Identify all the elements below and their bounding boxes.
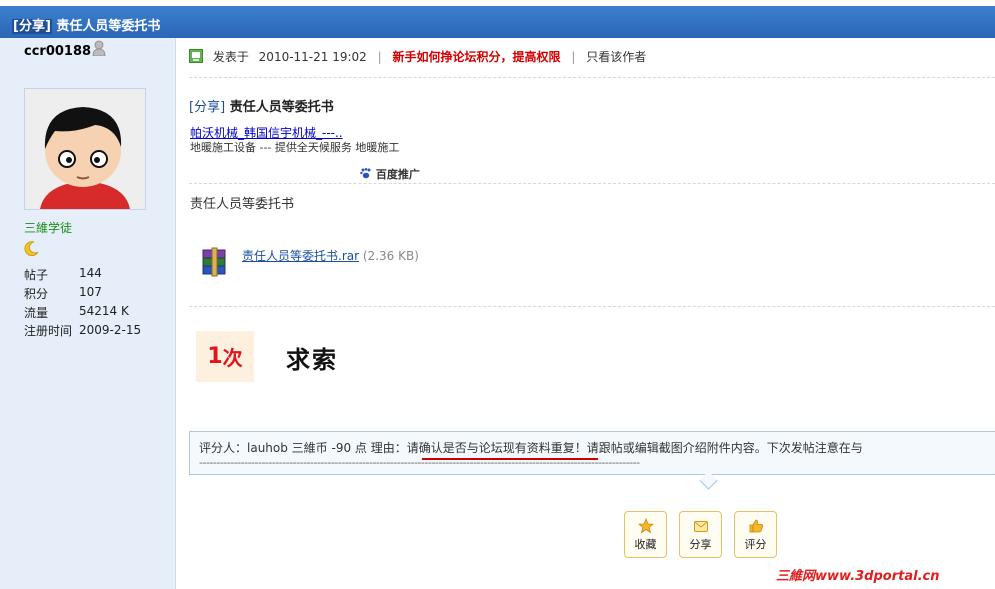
post-title-tag[interactable]: [分享] bbox=[189, 100, 225, 115]
star-icon bbox=[637, 518, 654, 534]
stat-label-points: 积分 bbox=[24, 287, 49, 301]
share-button-label: 分享 bbox=[689, 538, 712, 551]
post-header: 发表于 2010-11-21 19:02 | 新手如何挣论坛积分，提高权限 | … bbox=[189, 48, 646, 65]
rating-text: 评分人：lauhob 三維币 -90 点 理由：请确认是否与论坛现有资料重复！请… bbox=[199, 441, 863, 455]
moon-rank-icon bbox=[24, 241, 39, 256]
stat-value-traffic: 54214 K bbox=[79, 304, 129, 318]
only-author-link[interactable]: 只看该作者 bbox=[586, 50, 646, 64]
user-rank: 三維学徒 bbox=[24, 221, 73, 235]
thread-title-text: 责任人员等委托书 bbox=[56, 19, 161, 34]
attachment: 责任人员等委托书.rar (2.36 KB) bbox=[242, 247, 419, 264]
post-title-text: 责任人员等委托书 bbox=[229, 100, 334, 115]
attachment-link[interactable]: 责任人员等委托书.rar bbox=[242, 249, 359, 263]
username-link[interactable]: ccr00188 bbox=[24, 44, 91, 59]
count-unit: 次 bbox=[222, 346, 243, 370]
paw-icon bbox=[360, 168, 371, 179]
divider bbox=[189, 306, 995, 307]
header-separator: | bbox=[377, 50, 382, 64]
points-guide-link[interactable]: 新手如何挣论坛积分，提高权限 bbox=[393, 50, 561, 64]
posted-time: 2010-11-21 19:02 bbox=[258, 50, 367, 64]
thread-title: [分享] 责任人员等委托书 bbox=[12, 15, 160, 34]
stat-value-posts: 144 bbox=[79, 266, 102, 280]
post-body-text: 责任人员等委托书 bbox=[190, 197, 295, 212]
count-number: 1 bbox=[207, 344, 223, 369]
stat-value-points: 107 bbox=[79, 285, 102, 299]
share-icon bbox=[693, 521, 708, 532]
rar-archive-icon bbox=[202, 247, 226, 277]
thumbs-up-icon bbox=[749, 519, 763, 533]
share-button[interactable]: 分享 bbox=[679, 511, 722, 558]
stat-label-posts: 帖子 bbox=[24, 268, 49, 282]
divider bbox=[189, 183, 995, 184]
post-icon bbox=[189, 49, 203, 63]
favorite-button-label: 收藏 bbox=[634, 538, 657, 551]
post-content: 发表于 2010-11-21 19:02 | 新手如何挣论坛积分，提高权限 | … bbox=[176, 38, 995, 589]
rate-button-label: 评分 bbox=[744, 538, 767, 551]
baidu-ad-badge[interactable]: 百度推广 bbox=[360, 166, 420, 182]
thread-tag-link[interactable]: [分享] bbox=[12, 19, 52, 34]
user-status-icon bbox=[92, 40, 106, 56]
posted-prefix: 发表于 bbox=[212, 50, 249, 64]
ad-description: 地暖施工设备 --- 提供全天候服务 地暖施工 bbox=[190, 141, 400, 154]
stat-label-registered: 注册时间 bbox=[24, 324, 73, 338]
site-watermark: 三維网www.3dportal.cn bbox=[776, 569, 940, 584]
avatar[interactable] bbox=[24, 88, 146, 210]
baidu-ad-text: 百度推广 bbox=[375, 168, 420, 181]
rating-box: 评分人：lauhob 三維币 -90 点 理由：请确认是否与论坛现有资料重复！请… bbox=[189, 431, 995, 475]
underline-mark bbox=[422, 458, 598, 460]
stat-label-traffic: 流量 bbox=[24, 306, 49, 320]
attachment-size: (2.36 KB) bbox=[362, 249, 419, 263]
rate-button[interactable]: 评分 bbox=[734, 511, 777, 558]
thread-title-bar: [分享] 责任人员等委托书 bbox=[0, 0, 995, 38]
ad-link[interactable]: 帕沃机械_韩国信宇机械_---.. bbox=[190, 124, 343, 141]
post-title: [分享] 责任人员等委托书 bbox=[189, 96, 334, 115]
count-badge: 1 次 bbox=[196, 331, 254, 382]
stat-value-registered: 2009-2-15 bbox=[79, 323, 142, 337]
favorite-button[interactable]: 收藏 bbox=[624, 511, 667, 558]
header-separator-2: | bbox=[571, 50, 576, 64]
seek-calligraphy: 求索 bbox=[286, 345, 338, 374]
divider bbox=[189, 77, 995, 78]
avatar-cartoon-icon bbox=[25, 89, 145, 209]
